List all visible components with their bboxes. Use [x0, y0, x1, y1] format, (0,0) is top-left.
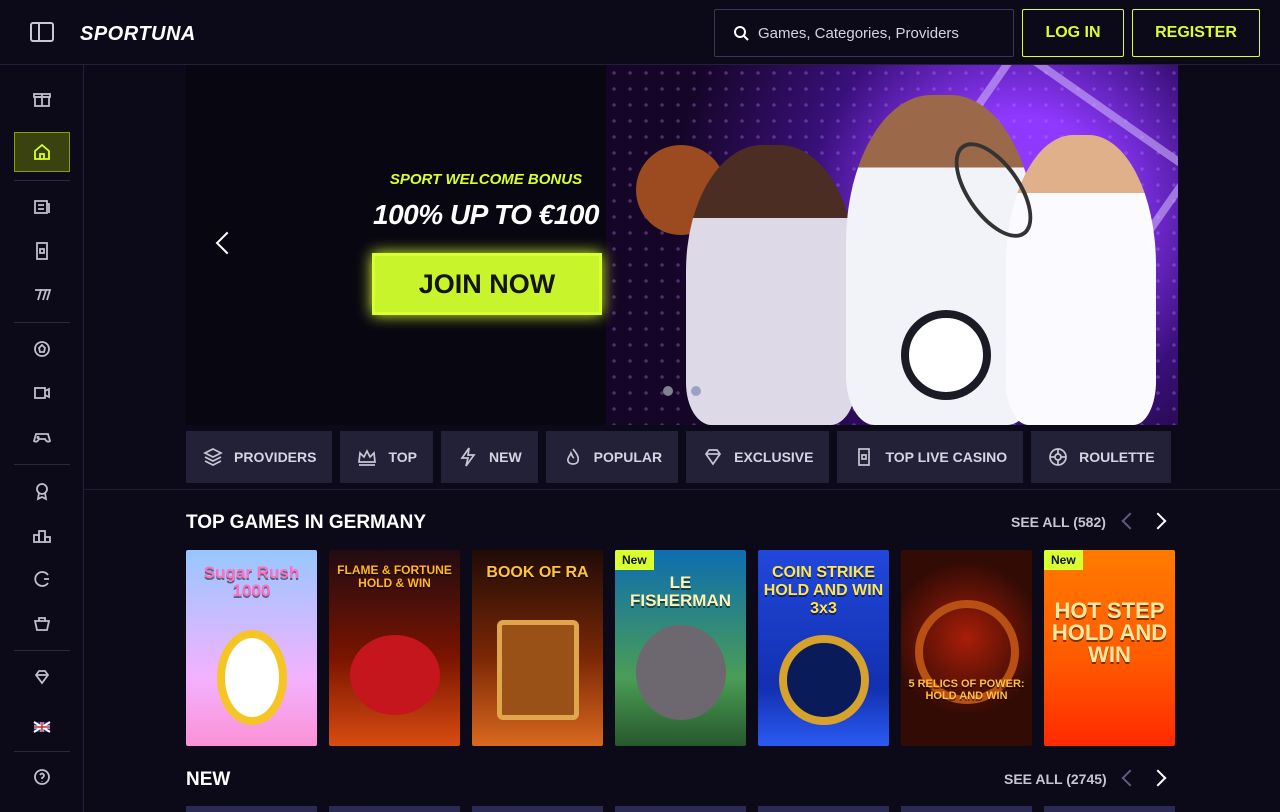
diamond-icon[interactable] — [14, 657, 70, 697]
banner-image — [606, 65, 1178, 425]
gift-icon[interactable] — [14, 79, 70, 119]
category-bar: PROVIDERS TOP NEW POPULAR EXCLUSIVE TOP … — [186, 431, 1178, 483]
game-card[interactable] — [472, 806, 603, 812]
game-card[interactable] — [615, 806, 746, 812]
flame-icon — [566, 448, 579, 465]
video-icon[interactable] — [14, 373, 70, 413]
section-title-new: NEW — [186, 769, 231, 790]
badge-icon[interactable] — [14, 471, 70, 511]
game-card[interactable] — [186, 806, 317, 812]
menu-icon[interactable] — [30, 22, 54, 42]
c-icon[interactable] — [14, 559, 70, 599]
join-now-button[interactable]: JOIN NOW — [372, 253, 602, 315]
game-card[interactable] — [329, 806, 460, 812]
game-card[interactable] — [901, 806, 1032, 812]
category-new[interactable]: NEW — [441, 431, 538, 483]
new-badge: New — [1044, 550, 1083, 570]
top-bar: SPORTUNA Games, Categories, Providers LO… — [0, 0, 1280, 65]
game-card[interactable]: HOT STEP HOLD AND WIN New — [1044, 550, 1175, 746]
new-games-list — [186, 806, 1175, 812]
search-placeholder: Games, Categories, Providers — [758, 24, 959, 42]
hero-banner: SPORT WELCOME BONUS 100% UP TO €100 JOIN… — [186, 65, 1178, 425]
uk-flag-icon[interactable] — [14, 707, 70, 747]
search-input[interactable]: Games, Categories, Providers — [714, 9, 1014, 57]
shop-icon[interactable] — [14, 603, 70, 643]
seven-icon[interactable] — [14, 275, 70, 315]
game-card[interactable]: 5 RELICS OF POWER: HOLD AND WIN — [901, 550, 1032, 746]
section-title-top-games: TOP GAMES IN GERMANY — [186, 512, 426, 533]
game-card[interactable]: Sugar Rush 1000 — [186, 550, 317, 746]
logo-text: SPORTUNA — [80, 23, 196, 45]
banner-prev-icon[interactable] — [215, 231, 239, 255]
login-button[interactable]: LOG IN — [1022, 9, 1124, 57]
top-games-list: Sugar Rush 1000 FLAME & FORTUNE HOLD & W… — [186, 550, 1175, 746]
search-icon — [734, 26, 749, 41]
see-all-top-games[interactable]: SEE ALL (582) — [1011, 514, 1106, 530]
sidebar — [0, 65, 84, 812]
card-icon[interactable] — [14, 231, 70, 271]
chevron-left-icon[interactable] — [1121, 769, 1139, 787]
carousel-dot[interactable] — [691, 386, 701, 396]
new-badge: New — [615, 550, 654, 570]
banner-headline: 100% UP TO €100 — [373, 199, 599, 230]
category-popular[interactable]: POPULAR — [545, 431, 679, 483]
chevron-right-icon[interactable] — [1149, 769, 1167, 787]
news-icon[interactable] — [14, 187, 70, 227]
soccer-ball-icon[interactable] — [14, 329, 70, 369]
category-top[interactable]: TOP — [340, 431, 433, 483]
chevron-right-icon[interactable] — [1149, 512, 1167, 530]
game-card[interactable]: LE FISHERMAN New — [615, 550, 746, 746]
carousel-dot[interactable] — [663, 386, 673, 396]
game-card[interactable]: FLAME & FORTUNE HOLD & WIN — [329, 550, 460, 746]
banner-kicker: SPORT WELCOME BONUS — [389, 171, 583, 188]
category-providers[interactable]: PROVIDERS — [186, 431, 333, 483]
game-card[interactable]: COIN STRIKE HOLD AND WIN 3x3 — [758, 550, 889, 746]
category-top-live-casino[interactable]: TOP LIVE CASINO — [837, 431, 1024, 483]
layers-icon — [203, 448, 223, 466]
diamond-icon — [705, 449, 722, 466]
card-icon — [858, 448, 871, 466]
category-exclusive[interactable]: EXCLUSIVE — [686, 431, 830, 483]
lightning-icon — [460, 447, 476, 467]
help-icon[interactable] — [14, 757, 70, 797]
chevron-left-icon[interactable] — [1121, 512, 1139, 530]
see-all-new[interactable]: SEE ALL (2745) — [1004, 771, 1107, 787]
crown-icon — [358, 449, 377, 466]
game-card[interactable] — [758, 806, 889, 812]
roulette-icon — [1049, 448, 1067, 466]
gamepad-icon[interactable] — [14, 417, 70, 457]
home-icon[interactable] — [14, 132, 70, 172]
register-button[interactable]: REGISTER — [1132, 9, 1260, 57]
logo[interactable]: SPORTUNA — [80, 14, 195, 54]
game-card[interactable]: BOOK OF RA — [472, 550, 603, 746]
category-roulette[interactable]: ROULETTE — [1031, 431, 1171, 483]
podium-icon[interactable] — [14, 515, 70, 555]
game-card[interactable] — [1044, 806, 1175, 812]
